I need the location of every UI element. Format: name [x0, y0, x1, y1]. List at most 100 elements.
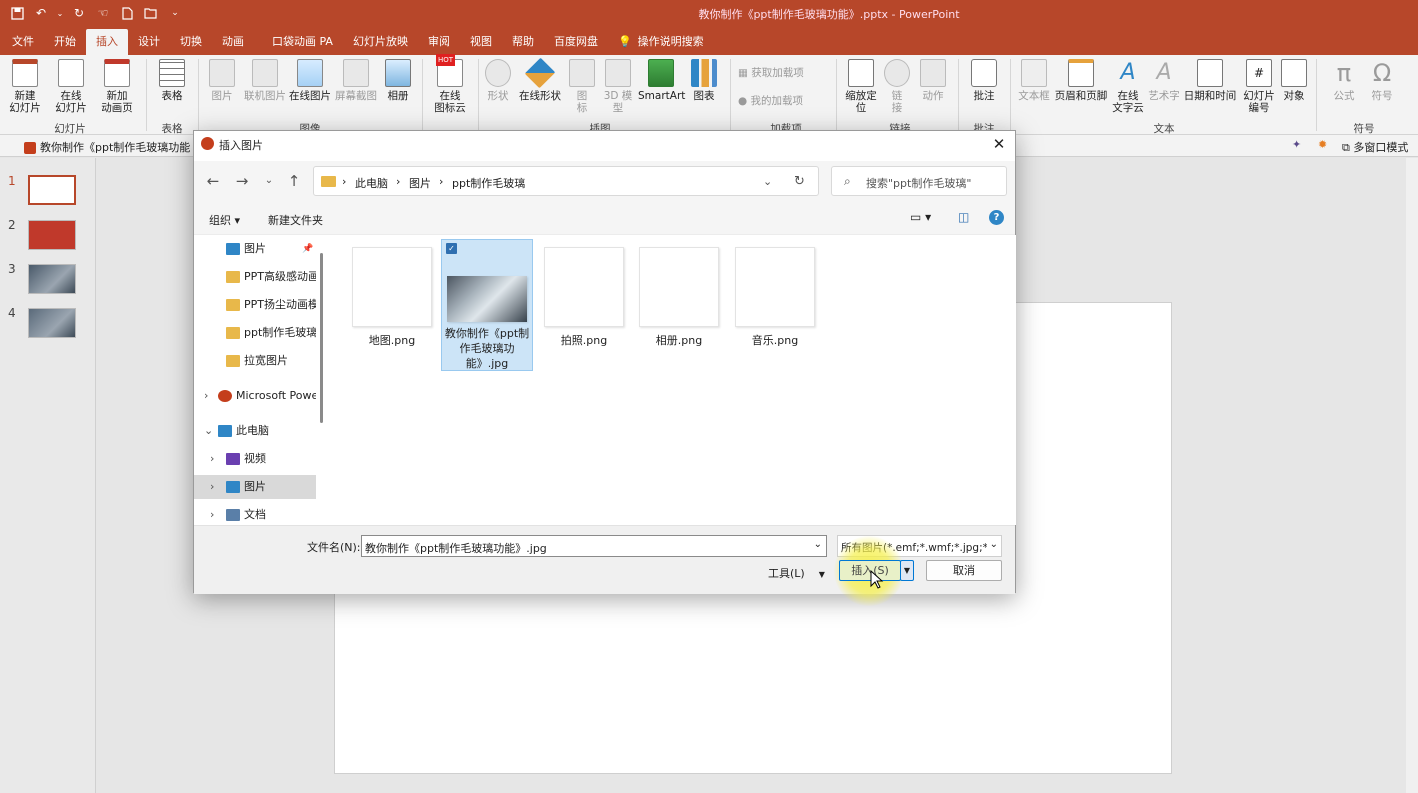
- tab-help[interactable]: 帮助: [502, 29, 544, 55]
- object-button[interactable]: 对象: [1280, 59, 1308, 102]
- file-item[interactable]: 地图.png: [346, 243, 438, 349]
- online-slide-button[interactable]: 在线 幻灯片: [50, 59, 92, 114]
- chevron-right-icon[interactable]: ›: [210, 447, 226, 471]
- tree-item-pictures-pinned[interactable]: 图片 📌: [194, 237, 316, 261]
- new-anim-page-button[interactable]: 新加 动画页: [96, 59, 138, 114]
- chevron-down-icon[interactable]: ⌄: [990, 539, 998, 550]
- textbox-button[interactable]: 文本框: [1016, 59, 1052, 102]
- view-options-icon[interactable]: ▭ ▾: [910, 210, 931, 224]
- file-item[interactable]: 音乐.png: [729, 243, 821, 349]
- shapes-button[interactable]: 形状: [482, 59, 514, 102]
- tab-animations[interactable]: 动画: [212, 29, 254, 55]
- preview-pane-icon[interactable]: ◫: [958, 210, 969, 224]
- settings-icon[interactable]: ✹: [1318, 138, 1327, 151]
- wordart-button[interactable]: A 艺术字: [1146, 59, 1182, 102]
- tab-home[interactable]: 开始: [44, 29, 86, 55]
- file-item[interactable]: 拍照.png: [538, 243, 630, 349]
- search-input[interactable]: ⌕ 搜索"ppt制作毛玻璃": [831, 166, 1007, 196]
- tools-dropdown[interactable]: 工具(L) ▼: [768, 565, 825, 581]
- tab-transitions[interactable]: 切换: [170, 29, 212, 55]
- tab-view[interactable]: 视图: [460, 29, 502, 55]
- tab-review[interactable]: 审阅: [418, 29, 460, 55]
- up-arrow-icon[interactable]: ↑: [283, 171, 305, 191]
- online-picture2-button[interactable]: 在线图片: [289, 59, 331, 102]
- tree-item-folder[interactable]: PPT扬尘动画模: [194, 293, 316, 317]
- comment-button[interactable]: 批注: [964, 59, 1004, 102]
- tree-item-this-pc[interactable]: ⌄ 此电脑: [194, 419, 316, 443]
- online-icons-cloud-button[interactable]: HOT 在线 图标云: [428, 54, 472, 114]
- zoom-button[interactable]: 缩放定 位: [842, 59, 880, 114]
- file-item-selected[interactable]: ✓ 教你制作《ppt制作毛玻璃功能》.jpg: [441, 239, 533, 371]
- slide-thumbnail[interactable]: [28, 308, 76, 338]
- tab-pocket-animation[interactable]: 口袋动画 PA: [262, 29, 343, 55]
- address-bar[interactable]: › 此电脑 › 图片 › ppt制作毛玻璃 ⌄ ↻: [313, 166, 819, 196]
- picture-button[interactable]: 图片: [204, 59, 240, 102]
- symbol-button[interactable]: Ω 符号: [1362, 59, 1402, 102]
- filename-input[interactable]: 教你制作《ppt制作毛玻璃功能》.jpg ⌄: [361, 535, 827, 557]
- file-item[interactable]: 相册.png: [633, 243, 725, 349]
- tree-item-folder[interactable]: 拉宽图片: [194, 349, 316, 373]
- online-text-cloud-button[interactable]: A 在线 文字云: [1110, 59, 1146, 114]
- tree-item-documents[interactable]: › 文档: [194, 503, 316, 525]
- tell-me-search[interactable]: 💡 操作说明搜索: [608, 29, 714, 55]
- slide-thumbnail[interactable]: [28, 220, 76, 250]
- header-footer-button[interactable]: 页眉和页脚: [1054, 59, 1108, 102]
- breadcrumb-folder[interactable]: ppt制作毛玻璃: [452, 175, 525, 191]
- tree-item-folder[interactable]: ppt制作毛玻璃: [194, 321, 316, 345]
- multi-window-button[interactable]: ⧉ 多窗口模式: [1342, 139, 1408, 155]
- file-thumbnail: [544, 247, 624, 327]
- chart-button[interactable]: 图表: [686, 59, 722, 102]
- new-folder-button[interactable]: 新建文件夹: [268, 212, 323, 228]
- slide-thumbnail[interactable]: [28, 175, 76, 205]
- organize-button[interactable]: 组织 ▾: [209, 212, 240, 228]
- smartart-button[interactable]: SmartArt: [638, 59, 685, 102]
- insert-dropdown-button[interactable]: ▼: [900, 560, 914, 581]
- chevron-down-icon[interactable]: ⌄: [814, 539, 822, 550]
- document-tab[interactable]: 教你制作《ppt制作毛玻璃功能: [24, 139, 190, 155]
- chevron-down-icon[interactable]: ⌄: [763, 175, 772, 188]
- forward-arrow-icon[interactable]: →: [231, 171, 253, 191]
- close-icon[interactable]: ✕: [989, 134, 1009, 154]
- album-button[interactable]: 相册: [380, 59, 416, 102]
- extensions-icon[interactable]: ✦: [1292, 138, 1301, 151]
- get-addins-button[interactable]: ▦ 获取加载项: [738, 67, 828, 79]
- new-slide-button[interactable]: 新建 幻灯片: [4, 59, 46, 114]
- back-arrow-icon[interactable]: ←: [202, 171, 224, 191]
- chevron-right-icon[interactable]: ›: [210, 475, 226, 499]
- icons-button[interactable]: 图 标: [566, 59, 598, 114]
- breadcrumb-pictures[interactable]: 图片: [409, 175, 431, 191]
- online-shapes-button[interactable]: 在线形状: [516, 57, 564, 102]
- tab-file[interactable]: 文件: [2, 29, 44, 55]
- refresh-icon[interactable]: ↻: [794, 174, 805, 189]
- link-button[interactable]: 链 接: [882, 59, 912, 114]
- recent-locations-icon[interactable]: ⌄: [258, 171, 280, 191]
- my-addins-button[interactable]: ● 我的加载项: [738, 95, 828, 107]
- tab-baidu-netdisk[interactable]: 百度网盘: [544, 29, 608, 55]
- tab-slideshow[interactable]: 幻灯片放映: [343, 29, 418, 55]
- 3d-models-button[interactable]: 3D 模 型: [600, 59, 636, 114]
- cancel-button[interactable]: 取消: [926, 560, 1002, 581]
- tree-item-videos[interactable]: › 视频: [194, 447, 316, 471]
- checkbox-checked-icon[interactable]: ✓: [446, 243, 457, 254]
- slide-thumbnail[interactable]: [28, 264, 76, 294]
- slide-number-button[interactable]: # 幻灯片 编号: [1240, 59, 1278, 114]
- screenshot-button[interactable]: 屏幕截图: [334, 59, 378, 102]
- action-button[interactable]: 动作: [916, 59, 950, 102]
- online-pictures-button[interactable]: 联机图片: [242, 59, 288, 102]
- chevron-right-icon[interactable]: ›: [204, 384, 218, 408]
- help-icon[interactable]: ?: [989, 210, 1004, 225]
- tree-item-pictures[interactable]: › 图片: [194, 475, 316, 499]
- tree-item-folder[interactable]: PPT高级感动画: [194, 265, 316, 289]
- tab-design[interactable]: 设计: [128, 29, 170, 55]
- table-button[interactable]: 表格: [152, 59, 192, 102]
- datetime-button[interactable]: 日期和时间: [1182, 59, 1238, 102]
- window-icon: ⧉: [1342, 141, 1354, 154]
- chevron-right-icon[interactable]: ›: [210, 503, 226, 525]
- tab-insert[interactable]: 插入: [86, 29, 128, 55]
- breadcrumb-this-pc[interactable]: 此电脑: [355, 175, 388, 191]
- tree-item-microsoft-powerpoint[interactable]: › Microsoft Powe: [194, 384, 316, 408]
- vertical-scrollbar[interactable]: [1406, 158, 1418, 793]
- equation-button[interactable]: π 公式: [1324, 59, 1364, 102]
- tree-scrollbar[interactable]: [320, 253, 323, 423]
- chevron-down-icon[interactable]: ⌄: [204, 419, 218, 443]
